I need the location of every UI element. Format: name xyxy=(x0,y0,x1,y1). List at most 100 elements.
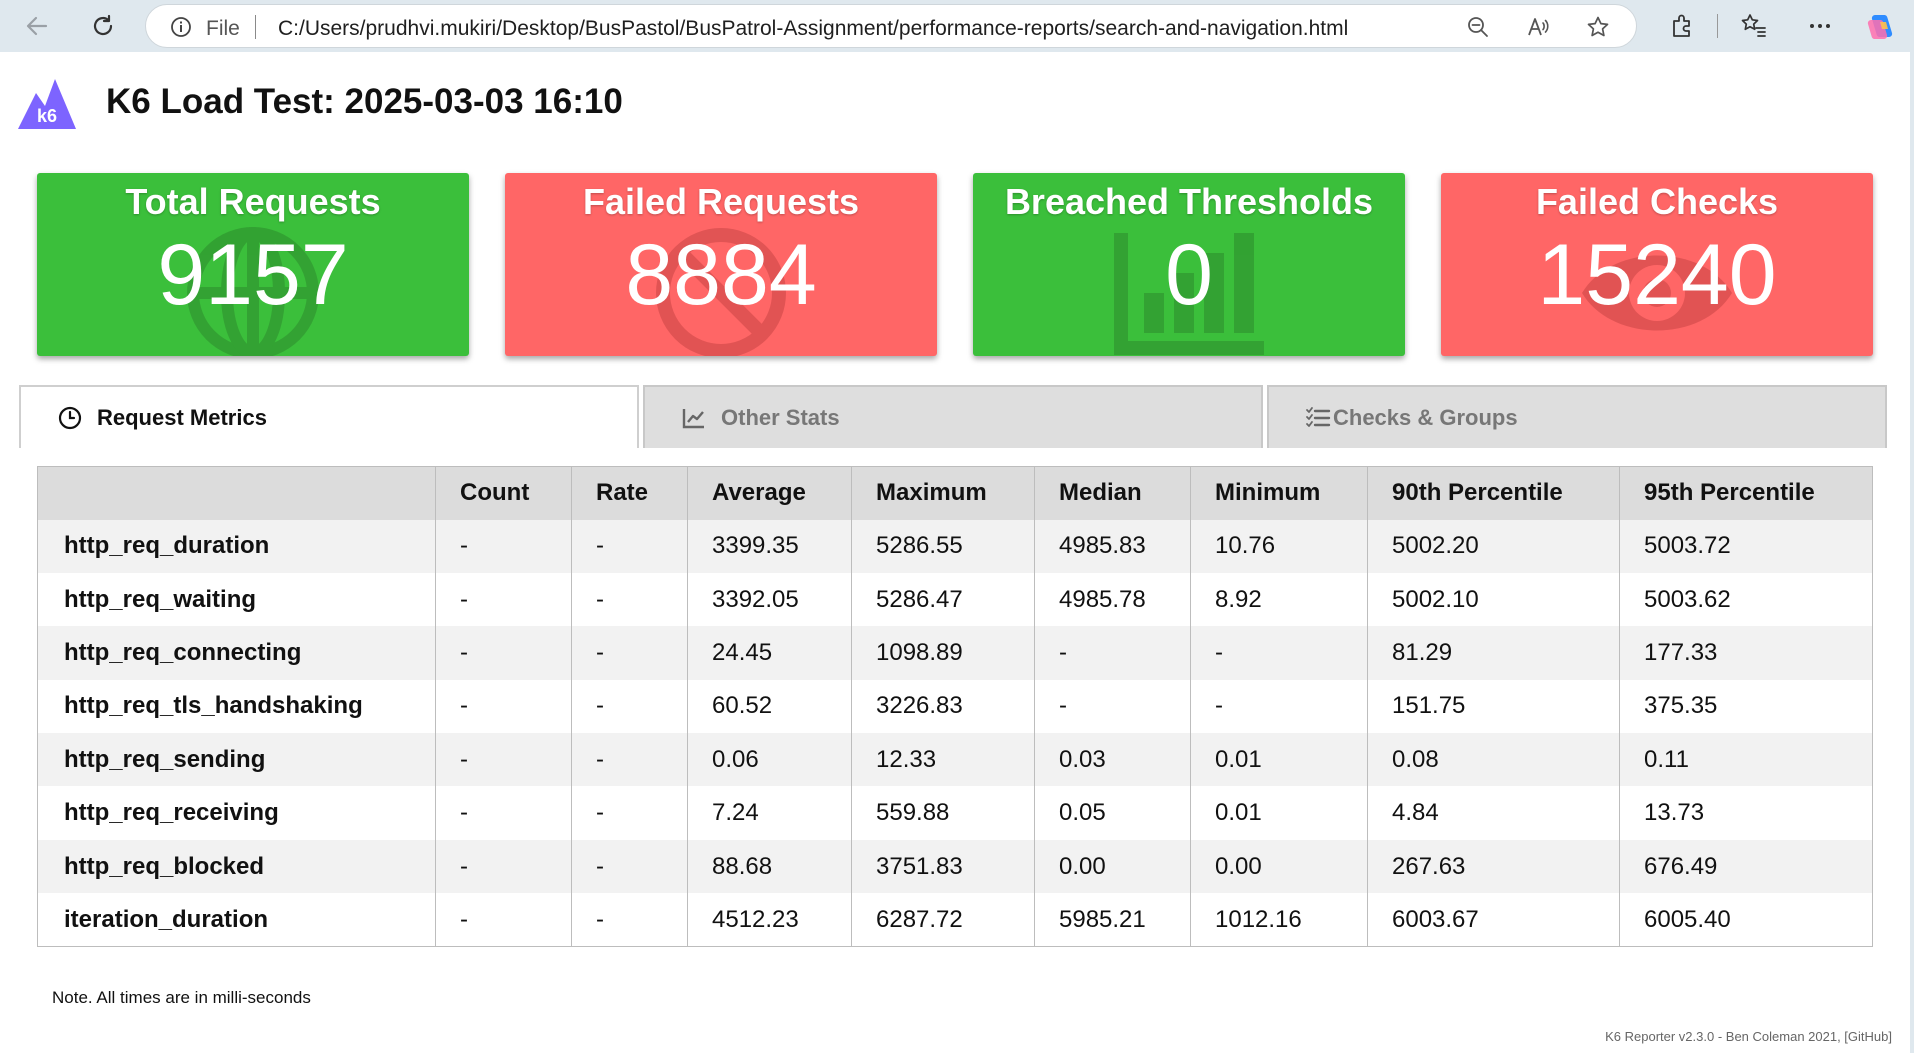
card-label: Total Requests xyxy=(125,181,381,222)
svg-text:k6: k6 xyxy=(37,106,57,126)
tasks-icon xyxy=(1305,405,1331,431)
metric-value-cell: 5286.55 xyxy=(851,519,1035,573)
metric-value-cell: 4512.23 xyxy=(687,893,852,947)
request-metrics-table: Count Rate Average Maximum Median Minimu… xyxy=(37,466,1873,948)
metric-name-cell: http_req_waiting xyxy=(37,572,436,627)
metric-value-cell: 151.75 xyxy=(1367,679,1620,734)
column-header: Rate xyxy=(571,466,688,520)
metric-value-cell: 3399.35 xyxy=(687,519,852,573)
chart-line-icon xyxy=(681,405,707,431)
card-label: Failed Requests xyxy=(582,181,860,222)
toolbar-divider xyxy=(1717,14,1718,38)
metric-value-cell: - xyxy=(571,679,688,734)
tab-request-metrics[interactable]: Request Metrics xyxy=(19,385,639,448)
browser-toolbar: File C:/Users/prudhvi.mukiri/Desktop/Bus… xyxy=(0,0,1914,52)
metric-value-cell: - xyxy=(435,626,572,680)
column-header: Count xyxy=(435,466,572,520)
metric-value-cell: - xyxy=(571,572,688,627)
column-header: 95th Percentile xyxy=(1619,466,1873,520)
extensions-icon[interactable] xyxy=(1668,12,1696,40)
favorite-star-icon[interactable] xyxy=(1586,15,1610,39)
page-scrollbar[interactable] xyxy=(1910,52,1914,1053)
metric-value-cell: 8.92 xyxy=(1190,572,1368,627)
metric-value-cell: 6287.72 xyxy=(851,893,1035,947)
k6-logo: k6 xyxy=(18,79,76,129)
metric-name-cell: http_req_tls_handshaking xyxy=(37,679,436,734)
table-row: http_req_duration - -3399.35 5286.55 4985.83… xyxy=(37,519,1873,573)
metric-value-cell: 0.01 xyxy=(1190,786,1368,840)
metric-value-cell: 0.11 xyxy=(1619,733,1873,787)
metric-value-cell: 559.88 xyxy=(851,786,1035,840)
metric-name-cell: http_req_receiving xyxy=(37,786,436,840)
metric-value-cell: 1012.16 xyxy=(1190,893,1368,947)
metric-value-cell: 0.01 xyxy=(1190,733,1368,787)
metric-value-cell: 0.06 xyxy=(687,733,852,787)
table-row: http_req_receiving - -7.24 559.88 0.05 0.01 4.… xyxy=(37,786,1873,840)
metric-value-cell: - xyxy=(571,893,688,947)
metric-value-cell: - xyxy=(571,839,688,894)
column-header xyxy=(37,466,436,520)
metric-value-cell: 4985.83 xyxy=(1034,519,1191,573)
metric-value-cell: - xyxy=(435,893,572,947)
table-row: http_req_waiting - -3392.05 5286.47 4985.78 8… xyxy=(37,572,1873,627)
page-title: K6 Load Test: 2025-03-03 16:10 xyxy=(106,82,623,121)
metric-value-cell: - xyxy=(435,679,572,734)
address-bar[interactable]: File C:/Users/prudhvi.mukiri/Desktop/Bus… xyxy=(145,4,1637,48)
card-value: 8884 xyxy=(625,227,817,323)
card-label: Failed Checks xyxy=(1535,181,1779,222)
zoom-out-icon[interactable] xyxy=(1466,15,1490,39)
metric-value-cell: 267.63 xyxy=(1367,839,1620,894)
metric-value-cell: 0.00 xyxy=(1034,839,1191,894)
metric-value-cell: 5286.47 xyxy=(851,572,1035,627)
metric-value-cell: 88.68 xyxy=(687,839,852,894)
metric-value-cell: 1098.89 xyxy=(851,626,1035,680)
refresh-icon[interactable] xyxy=(85,8,121,44)
table-row: http_req_connecting - -24.45 1098.89- -81.29… xyxy=(37,626,1873,680)
back-icon[interactable] xyxy=(19,8,55,44)
metric-name-cell: http_req_blocked xyxy=(37,839,436,894)
info-icon[interactable] xyxy=(170,16,192,38)
metric-value-cell: 5985.21 xyxy=(1034,893,1191,947)
metric-value-cell: 676.49 xyxy=(1619,839,1873,894)
address-separator xyxy=(255,15,256,39)
metric-value-cell: 3751.83 xyxy=(851,839,1035,894)
read-aloud-icon[interactable] xyxy=(1526,15,1550,39)
metric-value-cell: - xyxy=(1190,679,1368,734)
metric-value-cell: 4.84 xyxy=(1367,786,1620,840)
clock-icon xyxy=(57,405,83,431)
url-text[interactable]: C:/Users/prudhvi.mukiri/Desktop/BusPasto… xyxy=(278,17,1348,41)
metric-name-cell: http_req_duration xyxy=(37,519,436,573)
more-icon[interactable] xyxy=(1806,12,1834,40)
tab-other-stats[interactable]: Other Stats xyxy=(643,385,1263,448)
metric-value-cell: - xyxy=(1034,626,1191,680)
table-row: http_req_sending - -0.06 12.33 0.03 0.01 0.08 0… xyxy=(37,733,1873,787)
table-row: http_req_tls_handshaking - -60.52 3226.83- -… xyxy=(37,679,1873,734)
metric-value-cell: - xyxy=(435,786,572,840)
metric-value-cell: 13.73 xyxy=(1619,786,1873,840)
metric-value-cell: - xyxy=(435,839,572,894)
column-header: Average xyxy=(687,466,852,520)
card-value: 9157 xyxy=(157,227,349,323)
copilot-icon[interactable] xyxy=(1866,12,1894,40)
metric-value-cell: - xyxy=(571,519,688,573)
footer-credit[interactable]: K6 Reporter v2.3.0 - Ben Coleman 2021, [… xyxy=(1605,1029,1892,1044)
metric-value-cell: 6005.40 xyxy=(1619,893,1873,947)
tab-label: Request Metrics xyxy=(97,404,267,430)
file-label: File xyxy=(206,17,240,40)
metric-value-cell: 3392.05 xyxy=(687,572,852,627)
metric-value-cell: 5002.10 xyxy=(1367,572,1620,627)
metric-value-cell: 3226.83 xyxy=(851,679,1035,734)
metric-value-cell: 6003.67 xyxy=(1367,893,1620,947)
metric-value-cell: - xyxy=(1190,626,1368,680)
metric-name-cell: iteration_duration xyxy=(37,893,436,947)
report-page: k6 K6 Load Test: 2025-03-03 16:10 Total … xyxy=(0,52,1910,1053)
favorites-list-icon[interactable] xyxy=(1740,12,1768,40)
metric-value-cell: 0.03 xyxy=(1034,733,1191,787)
tab-checks-groups[interactable]: Checks & Groups xyxy=(1267,385,1887,448)
metric-value-cell: 375.35 xyxy=(1619,679,1873,734)
metric-value-cell: 0.08 xyxy=(1367,733,1620,787)
metric-value-cell: - xyxy=(435,519,572,573)
card-value: 0 xyxy=(1165,227,1213,323)
column-header: Minimum xyxy=(1190,466,1368,520)
metric-value-cell: 0.00 xyxy=(1190,839,1368,894)
